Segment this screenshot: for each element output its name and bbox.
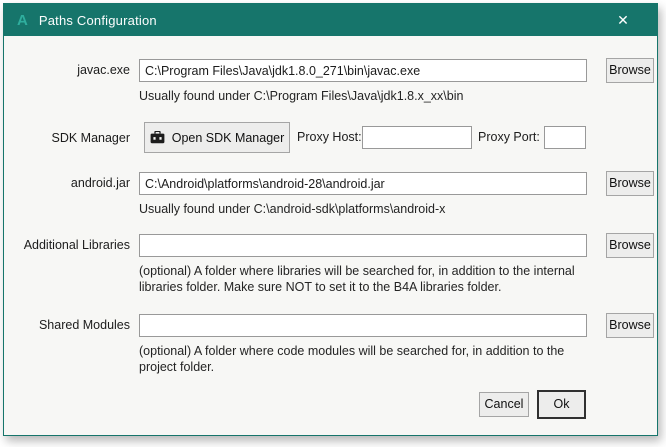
app-logo: A [17, 12, 28, 29]
window-title: Paths Configuration [39, 13, 157, 28]
additional-libraries-input[interactable] [139, 234, 587, 257]
shared-modules-hint: (optional) A folder where code modules w… [139, 343, 594, 375]
android-jar-label: android.jar [4, 172, 130, 194]
titlebar: A Paths Configuration ✕ [4, 4, 657, 36]
javac-browse-button[interactable]: Browse [606, 58, 654, 83]
open-sdk-manager-button[interactable]: Open SDK Manager [144, 122, 290, 153]
open-sdk-manager-label: Open SDK Manager [172, 131, 285, 145]
shared-modules-label: Shared Modules [4, 314, 130, 336]
proxy-port-label: Proxy Port: [478, 126, 540, 149]
sdk-manager-label: SDK Manager [4, 127, 130, 149]
ok-button[interactable]: Ok [537, 390, 586, 419]
proxy-port-input[interactable] [544, 126, 586, 149]
close-icon: ✕ [617, 12, 629, 29]
paths-configuration-dialog: A Paths Configuration ✕ javac.exe Browse… [3, 3, 658, 436]
shared-modules-browse-button[interactable]: Browse [606, 313, 654, 338]
android-jar-browse-button[interactable]: Browse [606, 171, 654, 196]
proxy-host-input[interactable] [362, 126, 472, 149]
shared-modules-input[interactable] [139, 314, 587, 337]
close-button[interactable]: ✕ [605, 4, 641, 36]
toolbox-icon [150, 131, 165, 144]
javac-hint: Usually found under C:\Program Files\Jav… [139, 88, 594, 104]
additional-libraries-hint: (optional) A folder where libraries will… [139, 263, 594, 295]
proxy-host-label: Proxy Host: [297, 126, 362, 149]
android-jar-path-input[interactable] [139, 172, 587, 195]
android-jar-hint: Usually found under C:\android-sdk\platf… [139, 201, 594, 217]
javac-label: javac.exe [4, 59, 130, 81]
additional-libraries-browse-button[interactable]: Browse [606, 233, 654, 258]
javac-path-input[interactable] [139, 59, 587, 82]
cancel-button[interactable]: Cancel [479, 392, 529, 417]
additional-libraries-label: Additional Libraries [4, 234, 130, 256]
